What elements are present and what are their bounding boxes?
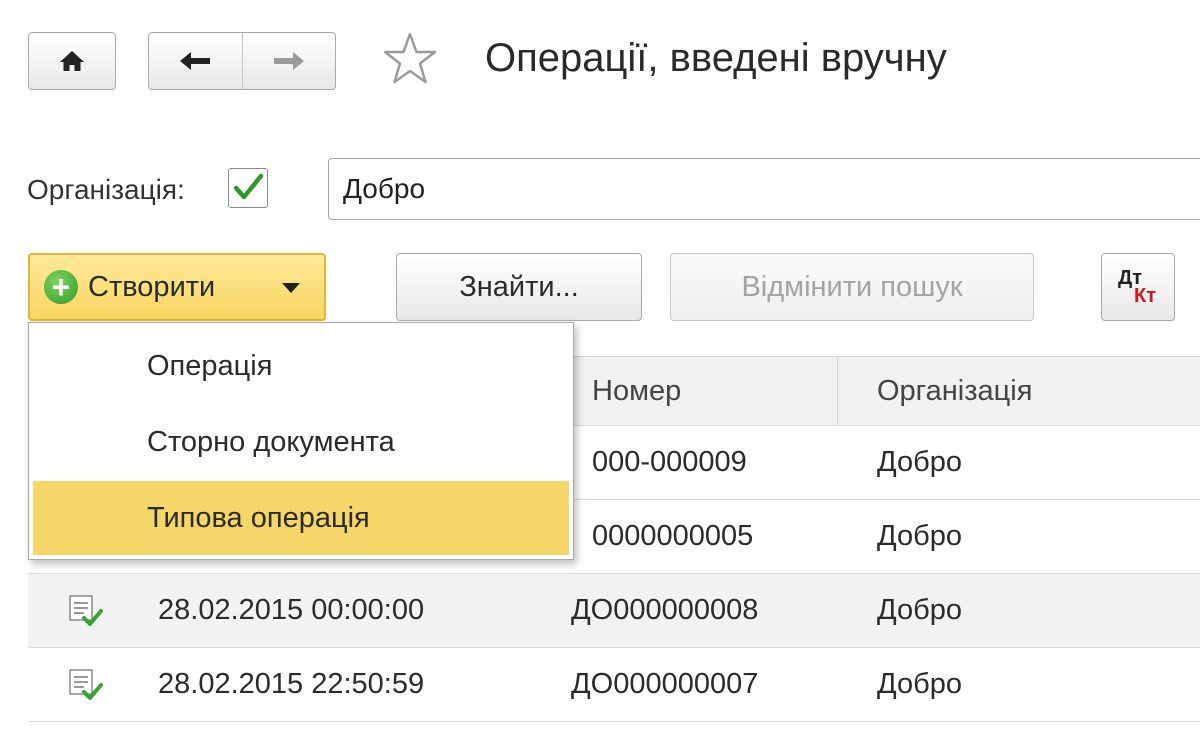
page-title: Операції, введені вручну xyxy=(485,36,947,80)
menu-item-storno-document[interactable]: Сторно документа xyxy=(33,405,569,479)
column-header-organization[interactable]: Організація xyxy=(877,357,1032,425)
document-posted-icon xyxy=(69,669,103,700)
table-row[interactable]: 28.02.2015 00:00:00 ДО000000008 Добро xyxy=(28,574,1200,648)
back-button[interactable] xyxy=(149,33,242,89)
create-dropdown-menu: Операція Сторно документа Типова операці… xyxy=(28,322,574,560)
menu-item-operation[interactable]: Операція xyxy=(33,329,569,403)
history-nav-group xyxy=(148,32,336,90)
dt-kt-postings-button[interactable]: Дт Кт xyxy=(1101,253,1175,321)
checkbox-check-icon xyxy=(233,173,264,200)
cell-date: 28.02.2015 22:50:59 xyxy=(158,668,425,700)
find-button[interactable]: Знайти... xyxy=(396,253,642,321)
organization-input[interactable]: Добро xyxy=(328,158,1200,220)
organization-label: Організація: xyxy=(27,174,185,205)
cell-organization: Добро xyxy=(877,520,962,552)
cell-number: 0000000005 xyxy=(592,520,754,552)
organization-filter-checkbox[interactable] xyxy=(228,168,268,208)
cell-organization: Добро xyxy=(877,668,962,700)
column-header-number[interactable]: Номер xyxy=(592,357,681,425)
table-row[interactable]: 28.02.2015 22:50:59 ДО000000007 Добро xyxy=(28,648,1200,722)
cancel-search-button[interactable]: Відмінити пошук xyxy=(670,253,1034,321)
arrow-left-icon xyxy=(180,52,211,70)
cell-organization: Добро xyxy=(877,594,962,626)
cell-date: 28.02.2015 00:00:00 xyxy=(158,594,425,626)
home-icon xyxy=(60,51,84,71)
forward-button[interactable] xyxy=(243,33,336,89)
column-divider xyxy=(837,357,838,425)
kt-label: Кт xyxy=(1133,285,1156,307)
cell-number: ДО000000007 xyxy=(571,668,759,700)
star-icon[interactable] xyxy=(382,30,438,90)
menu-item-typical-operation[interactable]: Типова операція xyxy=(33,481,569,555)
dropdown-caret-icon xyxy=(282,283,300,293)
document-posted-icon xyxy=(69,595,103,626)
plus-circle-icon: + xyxy=(44,270,78,304)
create-button[interactable]: + Створити xyxy=(28,253,326,321)
cell-number: 000-000009 xyxy=(592,446,747,478)
arrow-right-icon xyxy=(273,52,304,70)
create-button-label: Створити xyxy=(88,270,216,303)
cell-number: ДО000000008 xyxy=(571,594,759,626)
cell-organization: Добро xyxy=(877,446,962,478)
organization-input-value: Добро xyxy=(343,173,426,204)
home-button[interactable] xyxy=(28,32,116,90)
